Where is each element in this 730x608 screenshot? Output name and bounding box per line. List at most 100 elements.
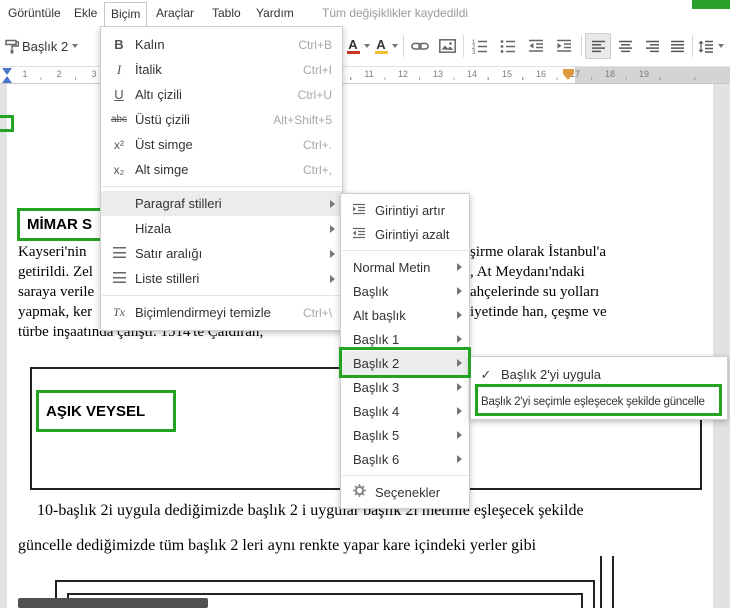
clear-formatting-icon: Tx [113,305,125,319]
format-menu: B Kalın Ctrl+B I İtalik Ctrl+I U Altı çi… [100,26,343,331]
menu-item-label: Üstü çizili [135,112,190,127]
text-color-button[interactable]: A [344,33,372,59]
first-line-indent-marker[interactable] [2,68,12,75]
menu-item-label: Satır aralığı [135,246,203,261]
submenu-arrow-icon [457,383,462,391]
submenu-item-increase-indent[interactable]: Girintiyi artır [341,198,469,222]
submenu-item-label: Başlık [353,283,389,299]
ruler-margin-area [575,67,730,83]
increase-indent-icon [347,203,371,218]
menu-item-bold[interactable]: B Kalın Ctrl+B [101,32,342,57]
menu-item-list-styles[interactable]: Liste stilleri [101,266,342,291]
menu-view[interactable]: Görüntüle [2,3,67,24]
menu-shortcut: Ctrl+B [298,37,332,52]
submenu-arrow-icon [330,199,335,208]
submenu-item-decrease-indent[interactable]: Girintiyi azalt [341,222,469,246]
submenu-arrow-icon [457,335,462,343]
ruler-number: 15 [501,69,512,79]
doc-text: saraya verile [18,284,95,300]
justify-icon [670,40,684,52]
decrease-indent-button[interactable] [523,33,549,59]
menu-item-underline[interactable]: U Altı çizili Ctrl+U [101,82,342,107]
paragraph-style-selector[interactable]: Başlık 2 [22,33,98,59]
menu-item-label: Üst simge [135,137,193,152]
horizontal-scrollbar-thumb[interactable] [18,598,208,608]
align-right-button[interactable] [639,33,665,59]
submenu-item-normal-text[interactable]: Normal Metin [341,255,469,279]
menu-help[interactable]: Yardım [250,3,300,24]
submenu-item-label: Normal Metin [353,259,431,275]
submenu-item-subtitle[interactable]: Alt başlık [341,303,469,327]
gear-icon [347,484,371,500]
menu-item-label: Altı çizili [135,87,182,102]
submenu-item-options[interactable]: Seçenekler [341,480,469,504]
increase-indent-button[interactable] [551,33,577,59]
save-status: Tüm değişiklikler kaydedildi [322,6,469,20]
align-left-button[interactable] [585,33,611,59]
submenu-item-heading3[interactable]: Başlık 3 [341,375,469,399]
align-right-icon [645,40,659,52]
submenu-arrow-icon [457,455,462,463]
submenu-arrow-icon [457,263,462,271]
submenu-arrow-icon [457,407,462,415]
submenu-item-heading4[interactable]: Başlık 4 [341,399,469,423]
ruler-number: 2 [56,69,62,79]
doc-text: şirme olarak İstanbul'a [470,244,606,260]
menu-item-paragraph-styles[interactable]: Paragraf stilleri [101,191,342,216]
numbered-list-button[interactable]: 123 [467,33,493,59]
google-docs-window: Görüntüle Ekle Biçim Araçlar Tablo Yardı… [0,0,730,608]
submenu-item-heading5[interactable]: Başlık 5 [341,423,469,447]
insert-image-button[interactable] [434,33,460,59]
ruler-number: 19 [638,69,649,79]
align-center-button[interactable] [612,33,638,59]
menu-item-label: Hizala [135,221,172,236]
submenu-item-label: Başlık 1 [353,331,400,347]
menu-item-label: Biçimlendirmeyi temizle [135,305,271,320]
align-left-icon [591,40,605,52]
menu-item-label: Kalın [135,37,165,52]
menu-shortcut: Ctrl+I [302,62,332,77]
page-margin-right [713,84,730,608]
menu-item-italic[interactable]: I İtalik Ctrl+I [101,57,342,82]
menu-shortcut: Alt+Shift+5 [273,112,332,127]
menu-item-subscript[interactable]: x₂ Alt simge Ctrl+, [101,157,342,182]
left-indent-marker[interactable] [2,76,12,83]
align-center-icon [618,40,632,52]
submenu-item-label: Başlık 5 [353,427,400,443]
menu-table[interactable]: Tablo [206,3,247,24]
line-spacing-button[interactable] [696,33,726,59]
insert-link-icon [411,42,429,50]
menu-insert[interactable]: Ekle [68,3,103,24]
italic-icon: I [116,61,122,77]
menu-format[interactable]: Biçim [104,2,148,26]
doc-text: , At Meydanı'ndaki [470,264,585,280]
ruler-number: 18 [604,69,615,79]
chevron-down-icon [363,44,370,48]
bulleted-list-button[interactable] [495,33,521,59]
menu-item-clear-formatting[interactable]: Tx Biçimlendirmeyi temizle Ctrl+\ [101,300,342,325]
ruler-number: 3 [91,69,97,79]
submenu-item-heading6[interactable]: Başlık 6 [341,447,469,471]
strikethrough-icon: abc [110,114,128,125]
justify-button[interactable] [664,33,690,59]
ruler-number: 1 [22,69,28,79]
submenu-item-label: Alt başlık [353,307,406,323]
menu-item-strikethrough[interactable]: abc Üstü çizili Alt+Shift+5 [101,107,342,132]
annotation-box-update-menu-item [475,384,722,416]
submenu-item-label: Başlık 3 [353,379,400,395]
ruler-number: 16 [535,69,546,79]
increase-indent-icon [557,39,571,52]
submenu-arrow-icon [330,249,335,258]
menu-item-line-spacing[interactable]: Satır aralığı [101,241,342,266]
menu-item-superscript[interactable]: x² Üst simge Ctrl+. [101,132,342,157]
check-icon: ✓ [480,366,492,382]
insert-link-button[interactable] [407,33,433,59]
menu-item-label: İtalik [135,62,162,77]
menu-item-align[interactable]: Hizala [101,216,342,241]
menu-tools[interactable]: Araçlar [150,3,200,24]
ruler-number: 13 [432,69,443,79]
paint-format-button[interactable] [2,33,22,59]
ruler-number: 14 [466,69,477,79]
highlight-color-button[interactable]: A [372,33,400,59]
submenu-item-title[interactable]: Başlık [341,279,469,303]
